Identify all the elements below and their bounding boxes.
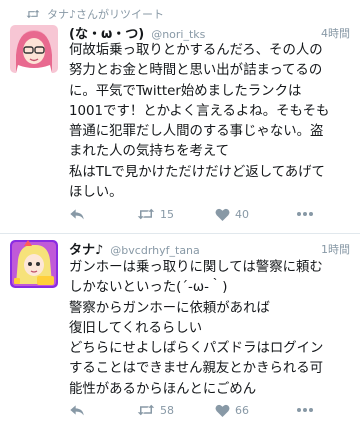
avatar[interactable] <box>10 25 58 73</box>
retweet-icon <box>137 208 155 220</box>
user-handle[interactable]: @nori_tks <box>151 28 205 41</box>
reply-icon <box>70 405 84 416</box>
tweet-text: ガンホーは乗っ取りに関しては警察に頼む しかないといった(´-ω-｀) 警察から… <box>69 260 324 397</box>
tweet-text: 何故垢乗っ取りとかするんだろ、その人の 努力とお金と時間と思い出が詰まってるの … <box>69 43 330 201</box>
display-name[interactable]: タナ♪ <box>69 239 103 258</box>
avatar[interactable] <box>10 240 58 288</box>
heart-icon <box>215 404 230 417</box>
reply-icon <box>70 209 84 220</box>
reply-button[interactable] <box>69 402 85 418</box>
retweet-indicator: タナ♪さんがリツイート <box>26 4 164 24</box>
more-icon <box>297 212 313 216</box>
more-button[interactable] <box>296 206 314 222</box>
more-icon <box>297 408 313 412</box>
like-count: 66 <box>235 403 249 417</box>
like-count: 40 <box>235 207 249 221</box>
retweet-button[interactable]: 58 <box>137 402 174 418</box>
retweet-icon <box>137 404 155 416</box>
like-button[interactable]: 40 <box>215 206 249 222</box>
retweet-count: 58 <box>160 403 174 417</box>
user-handle[interactable]: @bvcdrhyf_tana <box>110 244 199 257</box>
tweet-1[interactable]: タナ♪さんがリツイート (な・ω・つ) @nori_tks 4時間 何故垢乗っ取… <box>0 0 360 234</box>
timestamp[interactable]: 4時間 <box>321 25 350 41</box>
timestamp[interactable]: 1時間 <box>321 241 350 257</box>
retweet-count: 15 <box>160 207 174 221</box>
more-button[interactable] <box>296 402 314 418</box>
retweet-button[interactable]: 15 <box>137 206 174 222</box>
tweet-2[interactable]: タナ♪ @bvcdrhyf_tana 1時間 ガンホーは乗っ取りに関しては警察に… <box>0 234 360 428</box>
like-button[interactable]: 66 <box>215 402 249 418</box>
display-name[interactable]: (な・ω・つ) <box>69 23 144 42</box>
retweet-indicator-icon <box>26 9 40 19</box>
heart-icon <box>215 208 230 221</box>
reply-button[interactable] <box>69 206 85 222</box>
retweet-label: タナ♪さんがリツイート <box>47 8 165 21</box>
